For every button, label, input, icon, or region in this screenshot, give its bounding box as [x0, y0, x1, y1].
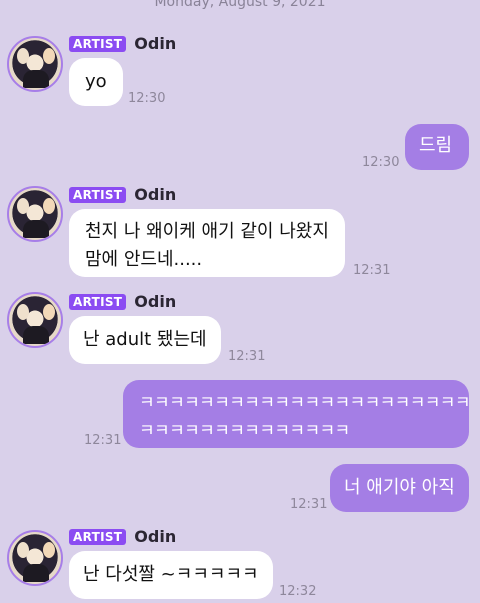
incoming-message[interactable]: 천지 나 왜이케 애기 같이 나왔지 맘에 안드네.....: [69, 209, 345, 277]
incoming-message[interactable]: 난 adult 됐는데: [69, 316, 221, 364]
artist-avatar[interactable]: [7, 186, 63, 242]
message-line: ㅋㅋㅋㅋㅋㅋㅋㅋㅋㅋㅋㅋㅋㅋㅋㅋㅋㅋㅋㅋㅋㅋ: [139, 393, 470, 413]
message-line: 맘에 안드네.....: [85, 249, 203, 270]
message-time: 12:31: [290, 497, 328, 512]
outgoing-message[interactable]: 너 애기야 아직: [330, 464, 469, 512]
date-separator: Monday, August 9, 2021: [154, 0, 326, 10]
message-header: ARTIST Odin: [69, 292, 176, 311]
artist-avatar[interactable]: [7, 530, 63, 586]
message-header: ARTIST Odin: [69, 34, 176, 53]
sender-name[interactable]: Odin: [134, 185, 176, 204]
outgoing-message[interactable]: ㅋㅋㅋㅋㅋㅋㅋㅋㅋㅋㅋㅋㅋㅋㅋㅋㅋㅋㅋㅋㅋㅋ ㅋㅋㅋㅋㅋㅋㅋㅋㅋㅋㅋㅋㅋㅋ: [123, 380, 470, 448]
message-time: 12:31: [353, 263, 391, 278]
message-time: 12:31: [84, 433, 122, 448]
message-header: ARTIST Odin: [69, 527, 176, 546]
artist-badge: ARTIST: [69, 35, 127, 52]
artist-badge: ARTIST: [69, 186, 127, 203]
message-time: 12:30: [362, 155, 400, 170]
message-time: 12:30: [128, 91, 166, 106]
incoming-message[interactable]: 난 다섯짤 ~ㅋㅋㅋㅋㅋ: [69, 551, 273, 599]
message-line: ㅋㅋㅋㅋㅋㅋㅋㅋㅋㅋㅋㅋㅋㅋ: [139, 421, 350, 441]
outgoing-message[interactable]: 드림: [405, 124, 469, 170]
message-time: 12:31: [228, 349, 266, 364]
artist-badge: ARTIST: [69, 528, 127, 545]
incoming-message[interactable]: yo: [69, 58, 123, 106]
message-line: 천지 나 왜이케 애기 같이 나왔지: [85, 221, 329, 242]
message-header: ARTIST Odin: [69, 185, 176, 204]
message-time: 12:32: [279, 584, 317, 599]
sender-name[interactable]: Odin: [134, 527, 176, 546]
artist-avatar[interactable]: [7, 292, 63, 348]
sender-name[interactable]: Odin: [134, 292, 176, 311]
artist-badge: ARTIST: [69, 293, 127, 310]
sender-name[interactable]: Odin: [134, 34, 176, 53]
artist-avatar[interactable]: [7, 36, 63, 92]
